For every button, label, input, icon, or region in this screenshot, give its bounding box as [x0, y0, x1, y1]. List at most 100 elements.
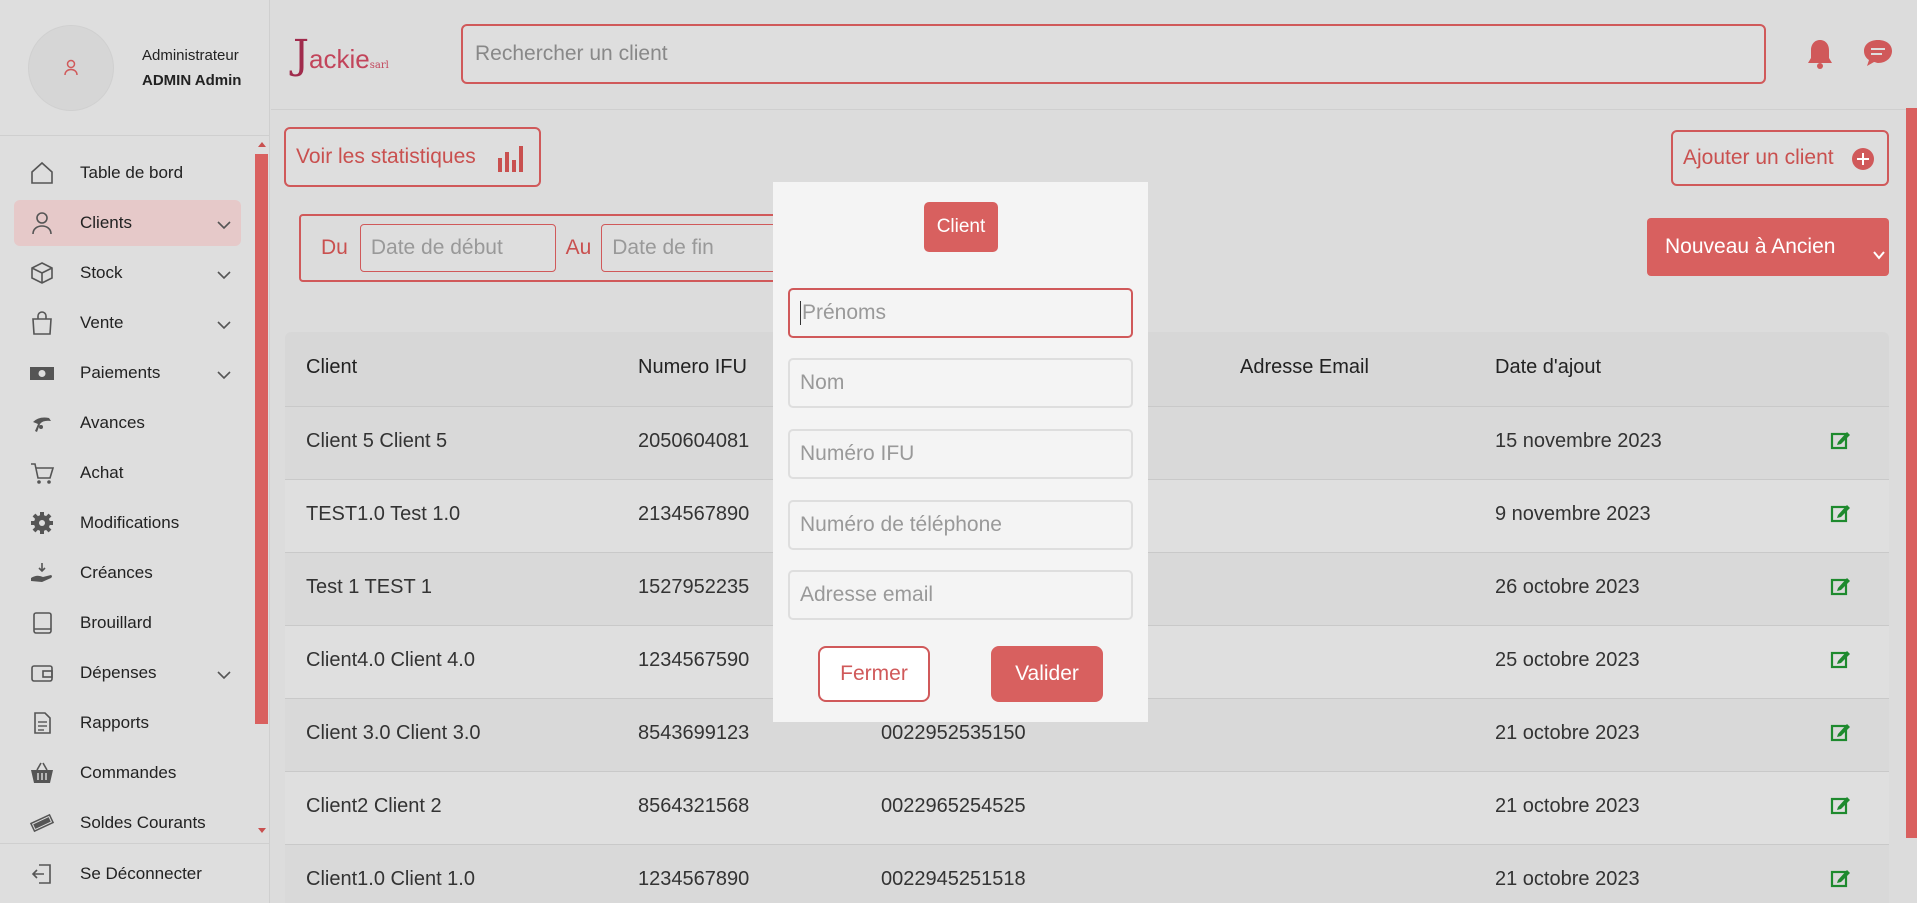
column-header[interactable]: Numero IFU — [638, 356, 747, 379]
sidebar-item-table-de-bord[interactable]: Table de bord — [14, 150, 241, 196]
scrollbar-thumb[interactable] — [255, 154, 268, 724]
cell-client: Client2 Client 2 — [306, 795, 442, 817]
first-name-placeholder: Prénoms — [802, 301, 887, 324]
bell-icon[interactable] — [1805, 38, 1835, 75]
user-name: ADMIN Admin — [142, 71, 242, 89]
edit-icon[interactable] — [1830, 575, 1852, 603]
sidebar-item-label: Stock — [80, 263, 123, 282]
scrollbar-thumb[interactable] — [1906, 108, 1917, 838]
money-icon — [28, 359, 56, 387]
sidebar-item-label: Achat — [80, 463, 124, 482]
table-row[interactable]: Client1.0 Client 1.0 1234567890 0022945251… — [285, 844, 1889, 903]
sidebar-item-label: Soldes Courants — [80, 813, 206, 832]
user-panel: Administrateur ADMIN Admin — [0, 0, 269, 136]
edit-icon[interactable] — [1830, 429, 1852, 457]
sidebar-item-label: Clients — [80, 213, 132, 232]
cell-phone: 0022945251518 — [881, 868, 1026, 890]
cell-ifu: 2134567890 — [638, 503, 750, 525]
sidebar-item-clients[interactable]: Clients — [14, 200, 241, 246]
edit-icon[interactable] — [1830, 794, 1852, 822]
view-stats-button[interactable]: Voir les statistiques — [284, 127, 541, 187]
logout-button[interactable]: Se Déconnecter — [0, 843, 270, 903]
sidebar-item-commandes[interactable]: Commandes — [14, 750, 241, 796]
first-name-input[interactable]: Prénoms — [788, 288, 1133, 338]
close-button[interactable]: Fermer — [818, 646, 930, 702]
table-row[interactable]: Client2 Client 2 8564321568 0022965254525 2… — [285, 771, 1889, 844]
cell-date: 21 octobre 2023 — [1495, 868, 1640, 890]
cell-client: Test 1 TEST 1 — [306, 576, 432, 598]
edit-icon[interactable] — [1830, 648, 1852, 676]
client-modal: Client Prénoms Nom Numéro IFU Numéro de … — [773, 182, 1148, 722]
add-client-button[interactable]: Ajouter un client — [1671, 130, 1889, 186]
cell-ifu: 2050604081 — [638, 430, 750, 452]
end-date-placeholder: Date de fin — [612, 236, 714, 259]
sidebar-item-stock[interactable]: Stock — [14, 250, 241, 296]
sidebar-item-achat[interactable]: Achat — [14, 450, 241, 496]
chevron-down-icon — [217, 365, 231, 385]
cell-phone: 0022952535150 — [881, 722, 1026, 744]
book-icon — [28, 609, 56, 637]
sidebar-item-label: Avances — [80, 413, 145, 432]
cell-date: 21 octobre 2023 — [1495, 722, 1640, 744]
edit-icon[interactable] — [1830, 502, 1852, 530]
column-header[interactable]: Date d'ajout — [1495, 356, 1601, 379]
sidebar-item-brouillard[interactable]: Brouillard — [14, 600, 241, 646]
cell-ifu: 1527952235 — [638, 576, 750, 598]
sidebar-item-creances[interactable]: Créances — [14, 550, 241, 596]
bar-chart-icon — [497, 144, 525, 178]
sidebar-item-avances[interactable]: Avances — [14, 400, 241, 446]
user-icon — [64, 59, 78, 75]
chevron-down-icon — [217, 665, 231, 685]
sidebar: Administrateur ADMIN Admin Table de bord… — [0, 0, 270, 903]
sidebar-item-depenses[interactable]: Dépenses — [14, 650, 241, 696]
column-header[interactable]: Client — [306, 356, 357, 379]
sidebar-item-label: Paiements — [80, 363, 161, 382]
sidebar-item-vente[interactable]: Vente — [14, 300, 241, 346]
cell-date: 21 octobre 2023 — [1495, 795, 1640, 817]
phone-input[interactable]: Numéro de téléphone — [788, 500, 1133, 550]
ifu-input[interactable]: Numéro IFU — [788, 429, 1133, 479]
app-logo[interactable]: Jackiesarl — [293, 32, 389, 78]
cell-ifu: 8564321568 — [638, 795, 750, 817]
avatar[interactable] — [28, 24, 114, 111]
view-stats-label: Voir les statistiques — [296, 145, 476, 168]
cell-client: Client 3.0 Client 3.0 — [306, 722, 481, 744]
phone-placeholder: Numéro de téléphone — [800, 513, 1002, 536]
start-date-placeholder: Date de début — [370, 236, 503, 259]
start-date-input[interactable]: Date de début — [359, 224, 556, 272]
hand-receive-icon — [28, 559, 56, 587]
edit-icon[interactable] — [1830, 867, 1852, 895]
search-input[interactable]: Rechercher un client — [461, 24, 1766, 84]
submit-button[interactable]: Valider — [991, 646, 1103, 702]
top-bar: Jackiesarl Rechercher un client — [271, 0, 1917, 110]
cell-client: TEST1.0 Test 1.0 — [306, 503, 461, 525]
add-client-label: Ajouter un client — [1683, 146, 1834, 169]
sidebar-scrollbar[interactable] — [255, 138, 268, 838]
sidebar-item-label: Créances — [80, 563, 153, 582]
end-date-input[interactable]: Date de fin — [601, 224, 797, 272]
logo-suffix: sarl — [369, 60, 389, 71]
sidebar-item-paiements[interactable]: Paiements — [14, 350, 241, 396]
email-input[interactable]: Adresse email — [788, 570, 1133, 620]
chat-icon[interactable] — [1862, 38, 1894, 73]
sidebar-item-rapports[interactable]: Rapports — [14, 700, 241, 746]
scroll-up-arrow[interactable] — [258, 142, 266, 147]
sidebar-item-modifications[interactable]: Modifications — [14, 500, 241, 546]
sidebar-item-label: Modifications — [80, 513, 180, 532]
page-scrollbar[interactable] — [1904, 0, 1917, 903]
home-icon — [28, 159, 56, 187]
sidebar-item-label: Dépenses — [80, 663, 157, 682]
sidebar-item-soldes-courants[interactable]: Soldes Courants — [14, 800, 241, 846]
cell-ifu: 1234567590 — [638, 649, 750, 671]
sidebar-item-label: Brouillard — [80, 613, 152, 632]
sort-select[interactable]: Nouveau à Ancien — [1647, 218, 1889, 276]
hand-coin-icon — [28, 409, 56, 437]
logo-initial: J — [293, 32, 310, 78]
scroll-down-arrow[interactable] — [258, 828, 266, 833]
edit-icon[interactable] — [1830, 721, 1852, 749]
email-placeholder: Adresse email — [800, 583, 934, 606]
last-name-input[interactable]: Nom — [788, 358, 1133, 408]
column-header[interactable]: Adresse Email — [1240, 356, 1369, 379]
chevron-down-icon — [217, 265, 231, 285]
sidebar-item-label: Vente — [80, 313, 124, 332]
